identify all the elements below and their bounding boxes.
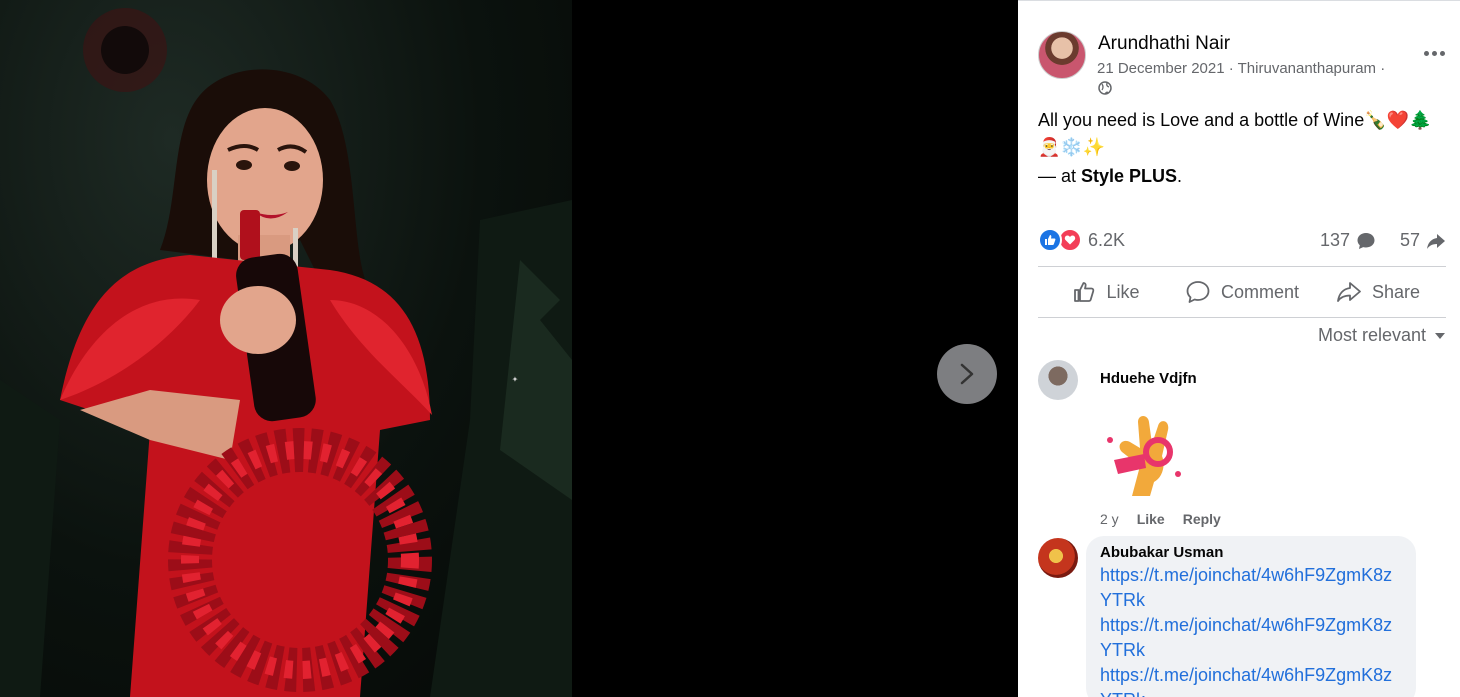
like-button[interactable]: Like — [1038, 267, 1174, 317]
post-more-options-button[interactable] — [1420, 45, 1448, 61]
comment-count[interactable]: 137 — [1320, 230, 1376, 251]
share-label: Share — [1371, 281, 1421, 302]
post-actions: Like Comment Share — [1038, 267, 1446, 317]
reaction-count[interactable]: 6.2K — [1088, 230, 1125, 251]
author-avatar[interactable] — [1038, 31, 1086, 79]
comment-link[interactable]: https://t.me/joinchat/4w6hF9ZgmK8zYTRk — [1100, 663, 1402, 697]
commenter-avatar[interactable] — [1038, 360, 1078, 400]
comment-link[interactable]: https://t.me/joinchat/4w6hF9ZgmK8zYTRk — [1100, 613, 1402, 663]
comment-reply-button[interactable]: Reply — [1183, 511, 1221, 527]
comment-like-button[interactable]: Like — [1137, 511, 1165, 527]
commenter-name[interactable]: Abubakar Usman — [1100, 544, 1402, 561]
post-stats: 6.2K 137 57 — [1038, 226, 1446, 254]
comment: Hduehe Vdjfn 2 y Like Reply — [1038, 360, 1448, 530]
comment-label: Comment — [1220, 281, 1300, 302]
comment: Abubakar Usman https://t.me/joinchat/4w6… — [1038, 536, 1448, 697]
heart-icon — [1064, 235, 1076, 245]
svg-text:✦: ✦ — [512, 375, 519, 384]
post-checkin: — at Style PLUS. — [1038, 163, 1182, 190]
author-name[interactable]: Arundhathi Nair — [1098, 33, 1230, 55]
post-header: Arundhathi Nair 21 December 2021 · Thiru… — [1038, 31, 1448, 101]
photo-illustration: ✦ — [0, 8, 572, 697]
share-count[interactable]: 57 — [1400, 230, 1446, 251]
comment-time[interactable]: 2 y — [1100, 511, 1119, 527]
share-button[interactable]: Share — [1310, 267, 1446, 317]
comment-bubble: Abubakar Usman https://t.me/joinchat/4w6… — [1086, 536, 1416, 697]
reaction-icons[interactable] — [1038, 228, 1084, 252]
comment-sticker — [1100, 404, 1190, 500]
next-photo-button[interactable] — [937, 344, 997, 404]
commenter-avatar[interactable] — [1038, 538, 1078, 578]
checkin-suffix: . — [1177, 166, 1183, 186]
share-icon — [1337, 282, 1361, 302]
comment-meta: 2 y Like Reply — [1100, 511, 1221, 527]
globe-icon[interactable] — [1098, 81, 1112, 95]
comment-sort-dropdown[interactable]: Most relevant — [1318, 325, 1446, 346]
post-side-panel: Arundhathi Nair 21 December 2021 · Thiru… — [1018, 0, 1460, 697]
comment-icon — [1186, 281, 1210, 303]
post-meta[interactable]: 21 December 2021 · Thiruvananthapuram · — [1097, 60, 1385, 77]
checkin-prefix: — at — [1038, 166, 1082, 186]
ok-hand-sticker-icon — [1107, 416, 1181, 496]
more-dot-icon — [1439, 50, 1445, 56]
post-photo[interactable]: ✦ — [0, 0, 572, 697]
comment-bubble-icon — [1357, 232, 1375, 249]
more-dot-icon — [1431, 50, 1437, 56]
comment-count-value: 137 — [1319, 230, 1350, 250]
comment-button[interactable]: Comment — [1174, 267, 1310, 317]
like-reaction-icon — [1038, 228, 1062, 252]
more-dot-icon — [1423, 50, 1429, 56]
photo-viewer: ✦ — [0, 0, 1018, 697]
checkin-place-link[interactable]: Style PLUS — [1081, 166, 1177, 186]
thumbs-up-icon — [1045, 235, 1056, 245]
divider — [1038, 317, 1446, 318]
commenter-name[interactable]: Hduehe Vdjfn — [1100, 370, 1197, 387]
caret-down-icon — [1435, 332, 1445, 339]
share-arrow-icon — [1427, 233, 1445, 249]
post-text: All you need is Love and a bottle of Win… — [1038, 110, 1432, 157]
like-label: Like — [1106, 281, 1140, 302]
thumbs-up-icon — [1074, 282, 1095, 302]
sort-label: Most relevant — [1317, 325, 1426, 345]
share-count-value: 57 — [1399, 230, 1420, 250]
chevron-right-icon — [960, 363, 974, 385]
comment-link[interactable]: https://t.me/joinchat/4w6hF9ZgmK8zYTRk — [1100, 563, 1402, 613]
